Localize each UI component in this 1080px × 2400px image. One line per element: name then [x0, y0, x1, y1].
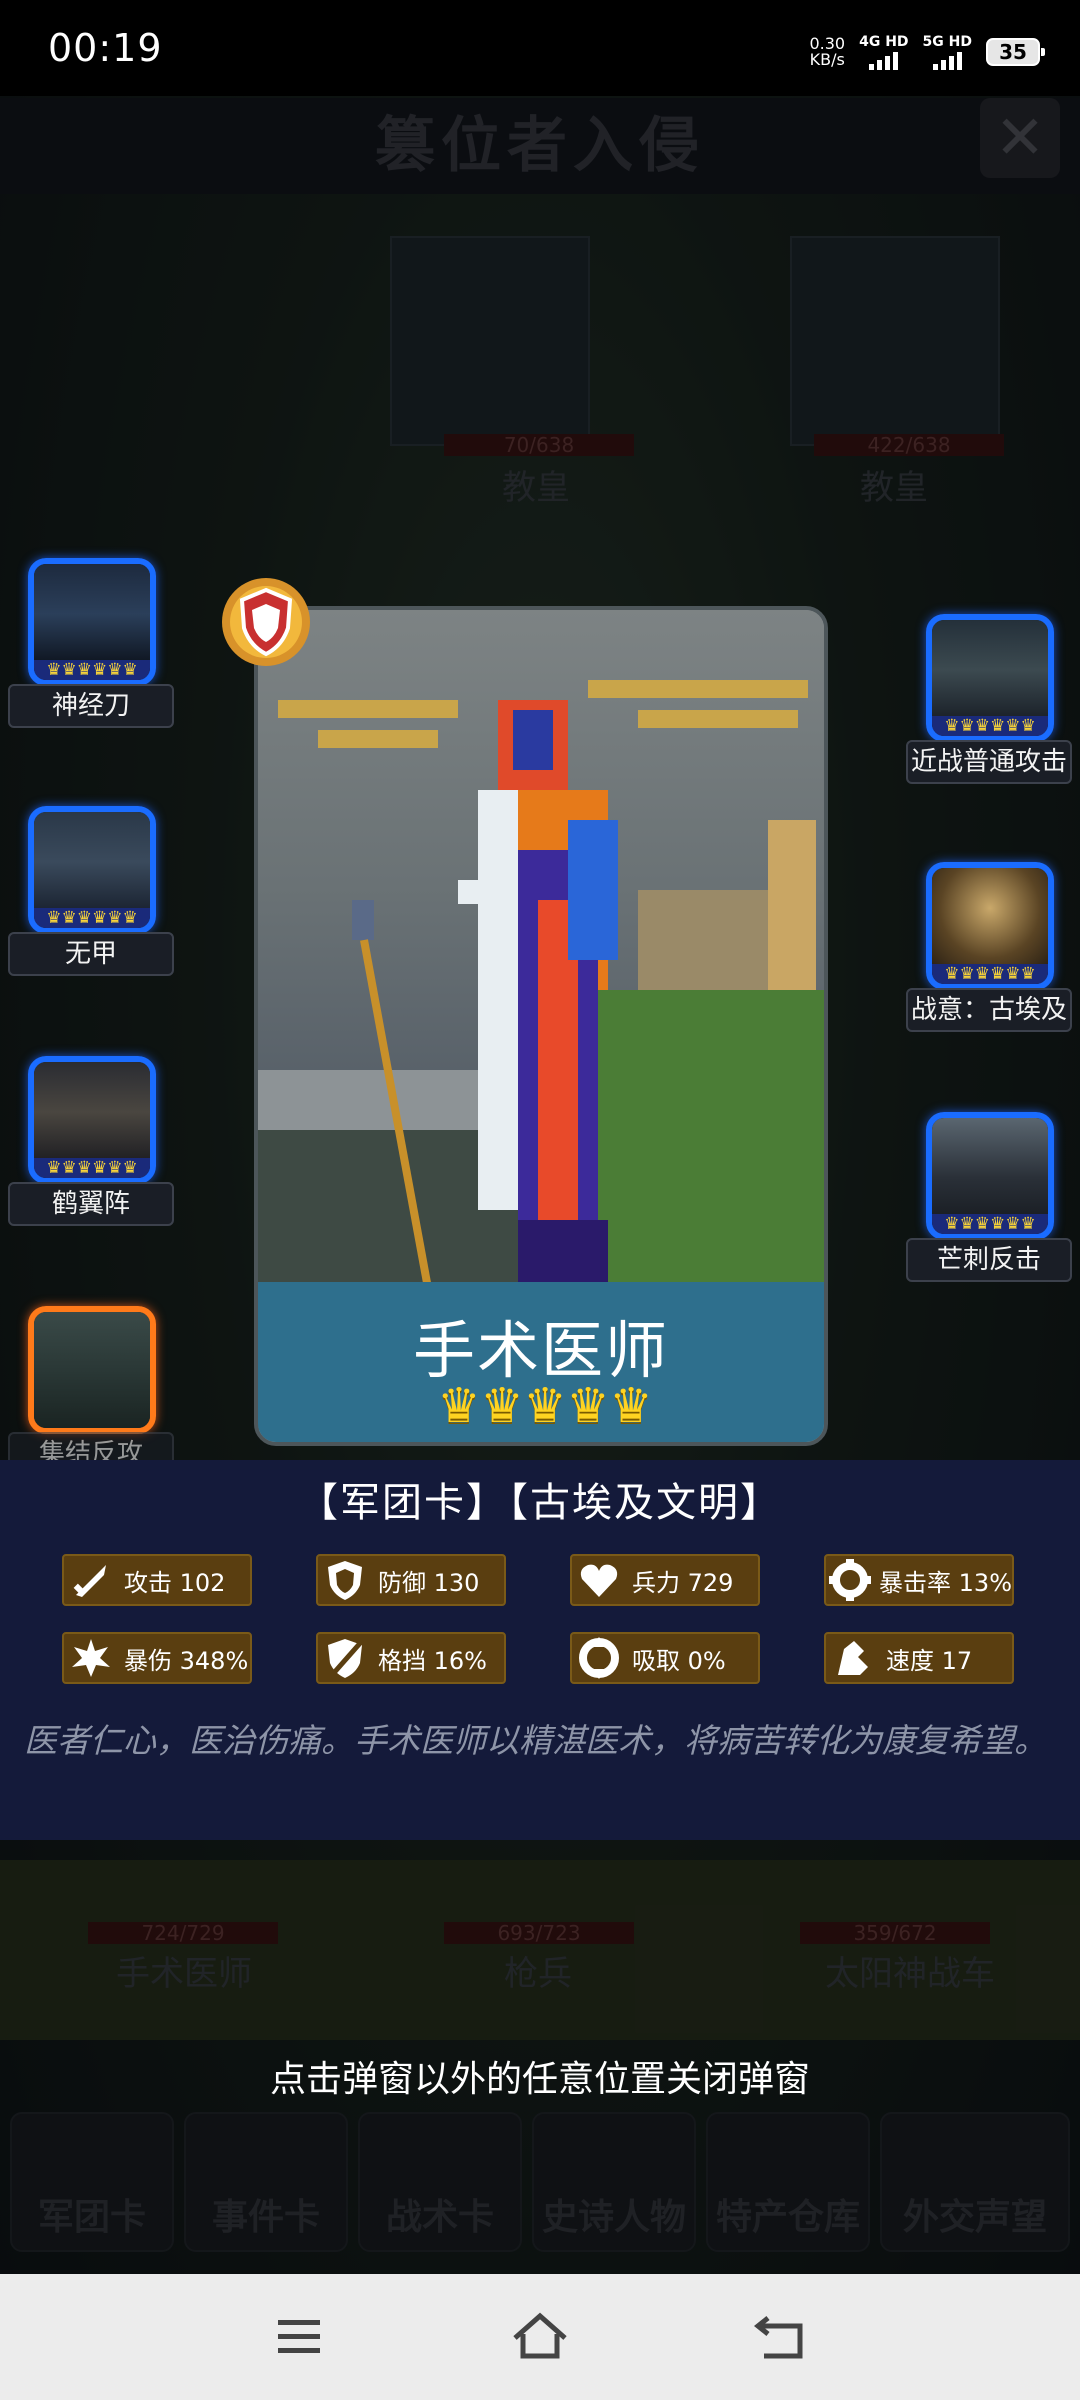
skill-label: 神经刀 — [8, 684, 174, 728]
skill-art — [34, 1312, 150, 1428]
skill-crowns: ♛♛♛♛♛♛ — [932, 964, 1048, 984]
rank-badge-icon — [222, 578, 310, 666]
battery-icon: 35 — [986, 38, 1045, 66]
stat-attack: 攻击 102 — [62, 1554, 252, 1606]
skill-label: 芒刺反击 — [906, 1238, 1072, 1282]
card-tower — [768, 820, 816, 1000]
skill-art — [34, 1062, 150, 1162]
cane-icon — [352, 900, 436, 1311]
lifesteal-icon — [572, 1632, 626, 1684]
stat-troops: 兵力 729 — [570, 1554, 760, 1606]
card-category-title: 【军团卡】【古埃及文明】 — [298, 1480, 782, 1526]
skill-label: 近战普通攻击 — [906, 740, 1072, 784]
stat-lifesteal: 吸取 0% — [570, 1632, 760, 1684]
card-name: 手术医师 — [412, 1314, 669, 1387]
skill-art — [932, 620, 1048, 720]
card-star-crowns: ♛♛♛♛♛ — [437, 1378, 653, 1434]
sword-icon — [64, 1554, 118, 1606]
stat-block: 格挡 16% — [316, 1632, 506, 1684]
status-bar: 00:19 0.30 KB/s 4G HD 5G HD 35 — [0, 0, 1080, 96]
shield-icon — [318, 1554, 372, 1606]
skill-crowns: ♛♛♛♛♛♛ — [932, 716, 1048, 736]
screen: 篡位者入侵 ✕ 70/638 教皇 422/638 教皇 724/729 手术医… — [0, 0, 1080, 2400]
stat-defense: 防御 130 — [316, 1554, 506, 1606]
clock: 00:19 — [48, 26, 163, 70]
skill-label: 战意：古埃及 — [906, 988, 1072, 1032]
close-hint: 点击弹窗以外的任意位置关闭弹窗 — [269, 2059, 810, 2100]
skill-crowns: ♛♛♛♛♛♛ — [34, 1158, 150, 1178]
back-icon[interactable] — [748, 2304, 814, 2370]
skill-art — [34, 812, 150, 912]
stat-crit-damage: 暴伤 348% — [62, 1632, 252, 1684]
stat-crit-rate: 暴击率 13% — [824, 1554, 1014, 1606]
skill-art — [932, 1118, 1048, 1218]
crit-damage-icon — [64, 1632, 118, 1684]
skill-crowns: ♛♛♛♛♛♛ — [34, 908, 150, 928]
surgeon-figure — [458, 700, 618, 1350]
network-speed: 0.30 KB/s — [809, 34, 846, 69]
skill-art — [34, 564, 150, 664]
skill-art — [932, 868, 1048, 968]
skill-label: 鹤翼阵 — [8, 1182, 174, 1226]
signal-5g-icon: 5G HD — [923, 34, 972, 70]
crit-rate-icon — [826, 1554, 873, 1606]
block-icon — [318, 1632, 372, 1684]
skill-crowns: ♛♛♛♛♛♛ — [34, 660, 150, 680]
speed-icon — [826, 1632, 880, 1684]
heart-icon — [572, 1554, 626, 1606]
system-nav-bar — [0, 2274, 1080, 2400]
stat-speed: 速度 17 — [824, 1632, 1014, 1684]
home-icon[interactable] — [507, 2304, 573, 2370]
menu-icon[interactable] — [266, 2304, 332, 2370]
signal-4g-icon: 4G HD — [859, 34, 909, 70]
skill-label: 无甲 — [8, 932, 174, 976]
unit-card: 手术医师 ♛♛♛♛♛ — [254, 606, 828, 1446]
skill-crowns: ♛♛♛♛♛♛ — [932, 1214, 1048, 1234]
card-description: 医者仁心，医治伤痛。手术医师以精湛医术，将病苦转化为康复希望。 — [24, 1721, 1047, 1760]
